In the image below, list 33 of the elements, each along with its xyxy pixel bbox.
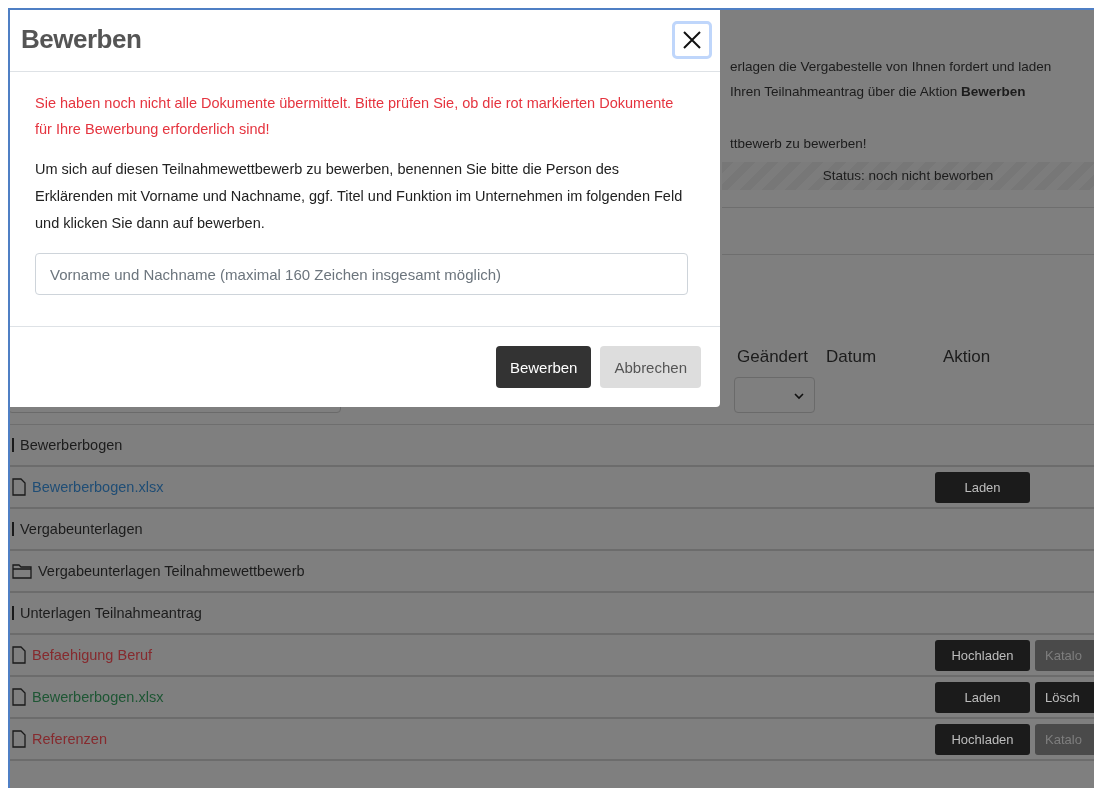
group-label: Bewerberbogen [20,437,123,453]
folder-label[interactable]: Vergabeunterlagen Teilnahmewettbewerb [38,563,305,579]
file-icon [12,688,26,706]
file-icon [12,730,26,748]
action-button[interactable]: Hochladen [935,723,1030,755]
action-button[interactable]: Laden [935,471,1030,503]
dialog-title: Bewerben [21,24,142,55]
chevron-down-icon [794,393,804,400]
action-button[interactable]: Lösch [1035,681,1094,713]
action-button[interactable]: Laden [935,681,1030,713]
dialog-button[interactable]: Bewerben [495,346,592,388]
group-marker [12,438,14,452]
column-header: Geändert [737,347,808,367]
close-button[interactable] [672,20,712,59]
status-bar: Status: noch nicht beworben [722,162,1094,190]
intro-text: erlagen die Vergabestelle von Ihnen fordert und laden [729,58,1053,76]
folder-icon [12,563,32,579]
instruction-text: Um sich auf diesen Teilnahmewettbewerb zu bewerben, benennen Sie bitte die Person des Erklärenden mit Vorname und Nachname, ggf. Titel und Funktion im Unternehmen im folgenden Feld und klicken Sie dann auf bewerben. [35,160,684,233]
dialog-button[interactable]: Abbrechen [600,346,701,388]
action-button[interactable]: Hochladen [935,639,1030,671]
column-header: Aktion [943,347,991,367]
warning-text: Sie haben noch nicht alle Dokumente übermittelt. Bitte prüfen Sie, ob die rot markierten Dokumente für Ihre Bewerbung erforderlich sind! [35,94,675,139]
file-icon [12,646,26,664]
close-icon [683,30,701,49]
group-marker [12,522,14,536]
intro-text: Ihren Teilnahmeantrag über die Aktion Bewerben [729,83,1027,101]
group-label: Vergabeunterlagen [20,521,143,537]
group-label: Unterlagen Teilnahmeantrag [20,605,202,621]
group-marker [12,606,14,620]
name-input-field[interactable]: Vorname und Nachname (maximal 160 Zeichen insgesamt möglich) [35,253,688,295]
file-icon [12,478,26,496]
intro-text: ttbewerb zu bewerben! [729,135,868,153]
column-header: Datum [826,347,877,367]
